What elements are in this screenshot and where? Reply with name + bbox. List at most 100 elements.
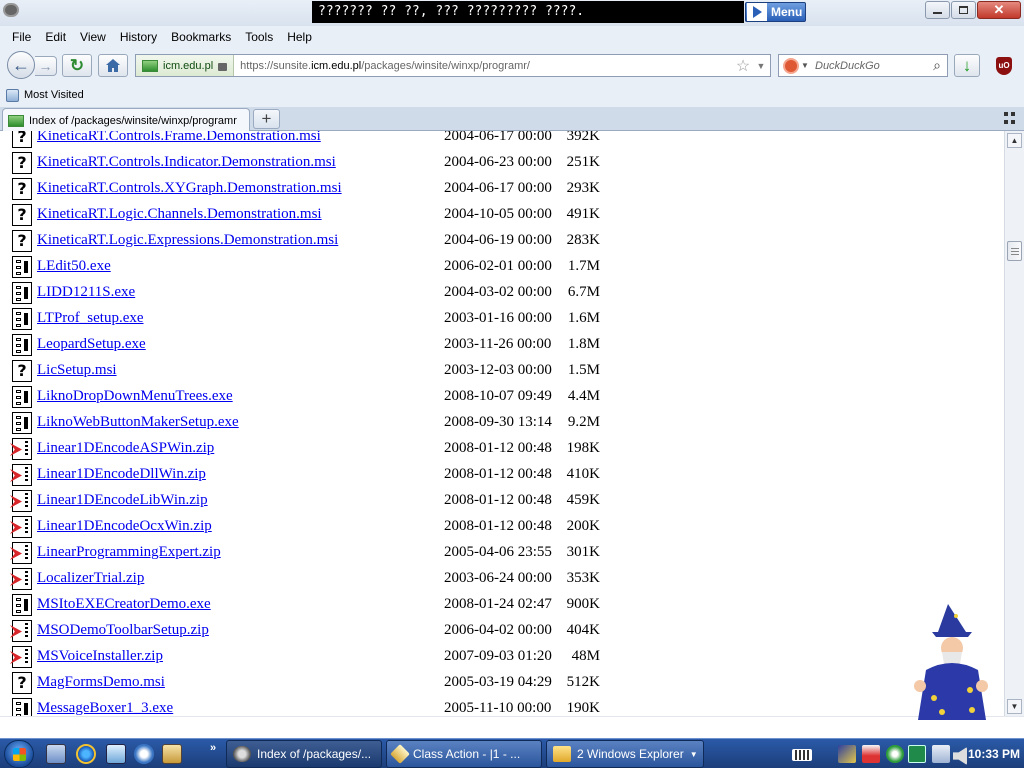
menu-help[interactable]: Help xyxy=(280,30,319,44)
tray-app-icon[interactable] xyxy=(908,745,926,763)
url-bar[interactable]: icm.edu.pl https://sunsite.icm.edu.pl/pa… xyxy=(135,54,771,77)
most-visited-bookmark[interactable]: Most Visited xyxy=(24,89,84,101)
ublock-button[interactable]: uO xyxy=(992,54,1016,77)
file-link[interactable]: Linear1DEncodeDllWin.zip xyxy=(37,466,206,483)
file-date: 2004-06-23 00:00 xyxy=(444,154,552,170)
file-link[interactable]: Linear1DEncodeASPWin.zip xyxy=(37,440,214,457)
site-identity-button[interactable]: icm.edu.pl xyxy=(136,55,235,76)
firefox-task-icon xyxy=(233,746,251,762)
internet-explorer-icon[interactable] xyxy=(76,744,96,764)
scroll-up-button[interactable]: ▲ xyxy=(1007,133,1022,148)
minimize-icon xyxy=(933,12,942,14)
navigation-toolbar: ← → ↻ icm.edu.pl https://sunsite.icm.edu… xyxy=(0,48,1024,83)
forward-button[interactable]: → xyxy=(35,56,57,76)
vertical-scrollbar[interactable]: ▲ ▼ xyxy=(1004,131,1024,716)
wizard-assistant-icon[interactable] xyxy=(912,602,998,726)
network-tray-icon[interactable] xyxy=(932,745,950,763)
scroll-thumb[interactable] xyxy=(1007,241,1022,261)
file-link[interactable]: KineticaRT.Controls.XYGraph.Demonstratio… xyxy=(37,180,342,197)
file-link[interactable]: Linear1DEncodeOcxWin.zip xyxy=(37,518,212,535)
file-size: 1.7M xyxy=(567,258,600,274)
file-link[interactable]: LEdit50.exe xyxy=(37,258,111,275)
file-link[interactable]: LiknoDropDownMenuTrees.exe xyxy=(37,388,233,405)
binary-file-icon xyxy=(12,334,32,356)
taskbar-button-firefox[interactable]: Index of /packages/... xyxy=(226,740,382,768)
restore-button[interactable] xyxy=(951,1,976,19)
bookmark-star-icon[interactable]: ☆ xyxy=(734,56,752,76)
close-button[interactable]: ✕ xyxy=(977,1,1021,19)
file-link[interactable]: KineticaRT.Logic.Channels.Demonstration.… xyxy=(37,206,322,223)
search-icon[interactable]: ⌕ xyxy=(927,57,947,74)
listing-row: LiknoDropDownMenuTrees.exe 2008-10-07 09:… xyxy=(0,383,1004,409)
taskbar-clock[interactable]: 10:33 PM xyxy=(960,747,1020,761)
tray-app-icon[interactable] xyxy=(886,745,904,763)
quick-launch-tool-icon[interactable] xyxy=(162,744,182,764)
file-link[interactable]: LTProf_setup.exe xyxy=(37,310,144,327)
file-date: 2004-06-17 00:00 xyxy=(444,131,552,144)
file-link[interactable]: KineticaRT.Controls.Frame.Demonstration.… xyxy=(37,131,321,145)
menu-view[interactable]: View xyxy=(73,30,113,44)
taskbar-button-class-action[interactable]: Class Action - |1 - ... xyxy=(386,740,542,768)
url-text[interactable]: https://sunsite.icm.edu.pl/packages/wins… xyxy=(234,60,734,72)
file-link[interactable]: MessageBoxer1_3.exe xyxy=(37,700,173,716)
search-engine-selector[interactable]: ▼ xyxy=(779,57,811,74)
file-link[interactable]: MSODemoToolbarSetup.zip xyxy=(37,622,209,639)
tab-list-icon[interactable] xyxy=(1004,112,1018,126)
new-tab-button[interactable]: + xyxy=(253,109,280,129)
quick-launch-overflow-icon[interactable]: » xyxy=(210,742,216,754)
reload-button[interactable]: ↻ xyxy=(62,54,92,77)
home-button[interactable] xyxy=(98,54,128,77)
file-size: 1.5M xyxy=(567,362,600,378)
file-link[interactable]: KineticaRT.Controls.Indicator.Demonstrat… xyxy=(37,154,336,171)
scroll-down-button[interactable]: ▼ xyxy=(1007,699,1022,714)
menu-overlay-button[interactable]: Menu xyxy=(745,2,806,22)
menu-history[interactable]: History xyxy=(113,30,164,44)
start-button[interactable] xyxy=(4,740,34,768)
tab-active[interactable]: Index of /packages/winsite/winxp/program… xyxy=(2,108,250,132)
file-link[interactable]: KineticaRT.Logic.Expressions.Demonstrati… xyxy=(37,232,338,249)
menu-bookmarks[interactable]: Bookmarks xyxy=(164,30,238,44)
unknown-file-icon: ? xyxy=(12,152,32,174)
file-link[interactable]: LinearProgrammingExpert.zip xyxy=(37,544,221,561)
minimize-button[interactable] xyxy=(925,1,950,19)
file-link[interactable]: MSItoEXECreatorDemo.exe xyxy=(37,596,211,613)
zip-file-icon xyxy=(10,490,32,512)
taskbar-button-windows-explorer[interactable]: 2 Windows Explorer ▼ xyxy=(546,740,704,768)
file-date: 2005-11-10 00:00 xyxy=(444,700,552,716)
url-history-dropdown-icon[interactable]: ▼ xyxy=(752,61,770,71)
file-link[interactable]: Linear1DEncodeLibWin.zip xyxy=(37,492,208,509)
page-content: ? KineticaRT.Controls.Frame.Demonstration… xyxy=(0,131,1004,716)
restore-icon xyxy=(959,6,968,14)
quick-launch-app-icon[interactable] xyxy=(106,744,126,764)
file-link[interactable]: LIDD1211S.exe xyxy=(37,284,135,301)
menu-edit[interactable]: Edit xyxy=(38,30,73,44)
menu-tools[interactable]: Tools xyxy=(238,30,280,44)
tray-app-icon[interactable] xyxy=(838,745,856,763)
file-link[interactable]: LiknoWebButtonMakerSetup.exe xyxy=(37,414,239,431)
search-bar[interactable]: ▼ DuckDuckGo ⌕ xyxy=(778,54,948,77)
file-size: 198K xyxy=(566,440,600,456)
file-link[interactable]: LicSetup.msi xyxy=(37,362,117,379)
media-player-icon[interactable] xyxy=(134,744,154,764)
zip-file-icon xyxy=(10,464,32,486)
file-link[interactable]: LocalizerTrial.zip xyxy=(37,570,144,587)
duckduckgo-icon xyxy=(783,57,799,74)
home-icon xyxy=(106,59,120,72)
file-link[interactable]: MagFormsDemo.msi xyxy=(37,674,165,691)
zip-file-icon xyxy=(10,542,32,564)
file-link[interactable]: MSVoiceInstaller.zip xyxy=(37,648,163,665)
downloads-button[interactable]: ↓ xyxy=(954,54,980,77)
keyboard-tray-icon[interactable] xyxy=(792,749,812,761)
file-date: 2008-01-24 02:47 xyxy=(444,596,552,612)
menu-file[interactable]: File xyxy=(5,30,38,44)
file-date: 2004-06-17 00:00 xyxy=(444,180,552,196)
search-input[interactable]: DuckDuckGo xyxy=(811,60,927,72)
tray-app-icon[interactable] xyxy=(862,745,880,763)
show-desktop-icon[interactable] xyxy=(46,744,66,764)
back-button[interactable]: ← xyxy=(7,51,35,79)
file-link[interactable]: LeopardSetup.exe xyxy=(37,336,146,353)
file-size: 9.2M xyxy=(567,414,600,430)
listing-row: LIDD1211S.exe 2004-03-02 00:00 6.7M xyxy=(0,279,1004,305)
listing-row: LinearProgrammingExpert.zip 2005-04-06 23… xyxy=(0,539,1004,565)
menu-bar: File Edit View History Bookmarks Tools H… xyxy=(0,26,1024,48)
